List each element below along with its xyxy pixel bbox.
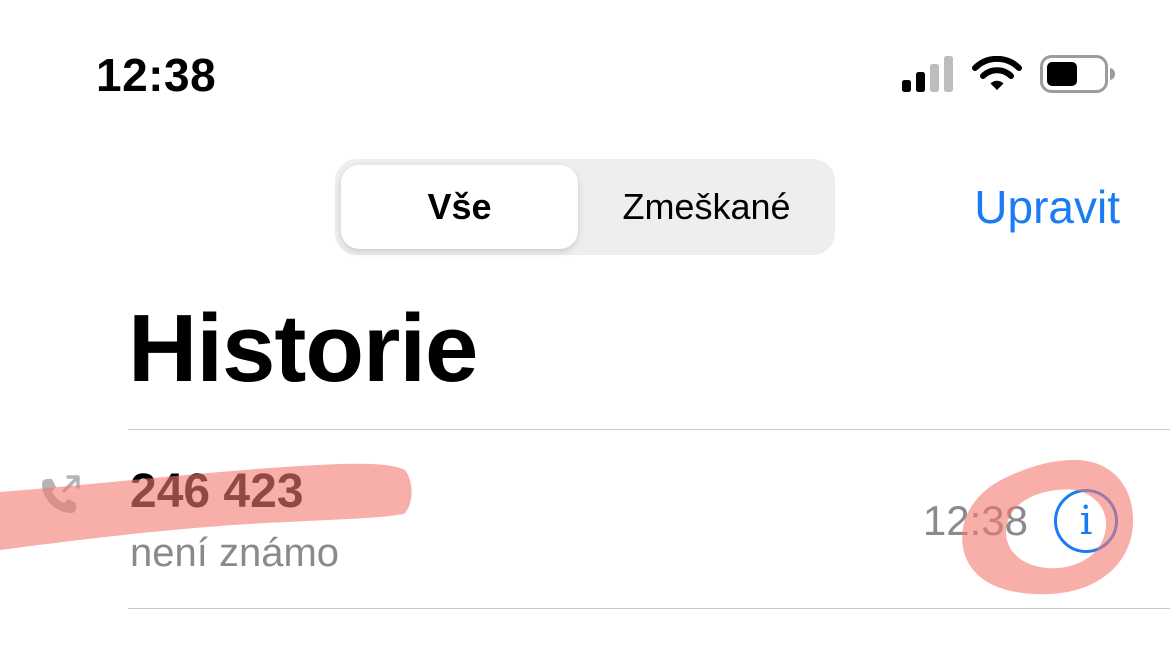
segment-all[interactable]: Vše [341, 165, 578, 249]
edit-button[interactable]: Upravit [974, 178, 1120, 236]
status-time: 12:38 [96, 49, 217, 101]
recents-screen: 12:38 Vše Zmeškané Upravit Historie 246 … [0, 0, 1170, 650]
list-top-divider [128, 429, 1170, 430]
wifi-icon [972, 56, 1022, 90]
info-icon[interactable]: i [1054, 489, 1118, 553]
list-bottom-divider [128, 608, 1170, 609]
call-row[interactable]: 246 423 není známo 12:38 i [0, 431, 1170, 608]
segment-missed[interactable]: Zmeškané [584, 165, 829, 249]
call-label: není známo [130, 531, 340, 575]
outgoing-call-icon [42, 475, 80, 513]
battery-icon [1040, 55, 1115, 93]
filter-segmented-control: Vše Zmeškané [335, 159, 835, 255]
page-title: Historie [128, 295, 478, 402]
status-icons [902, 52, 1116, 96]
call-number: 246 423 [130, 465, 304, 518]
call-time: 12:38 [922, 497, 1028, 544]
cellular-signal-icon [902, 56, 953, 92]
